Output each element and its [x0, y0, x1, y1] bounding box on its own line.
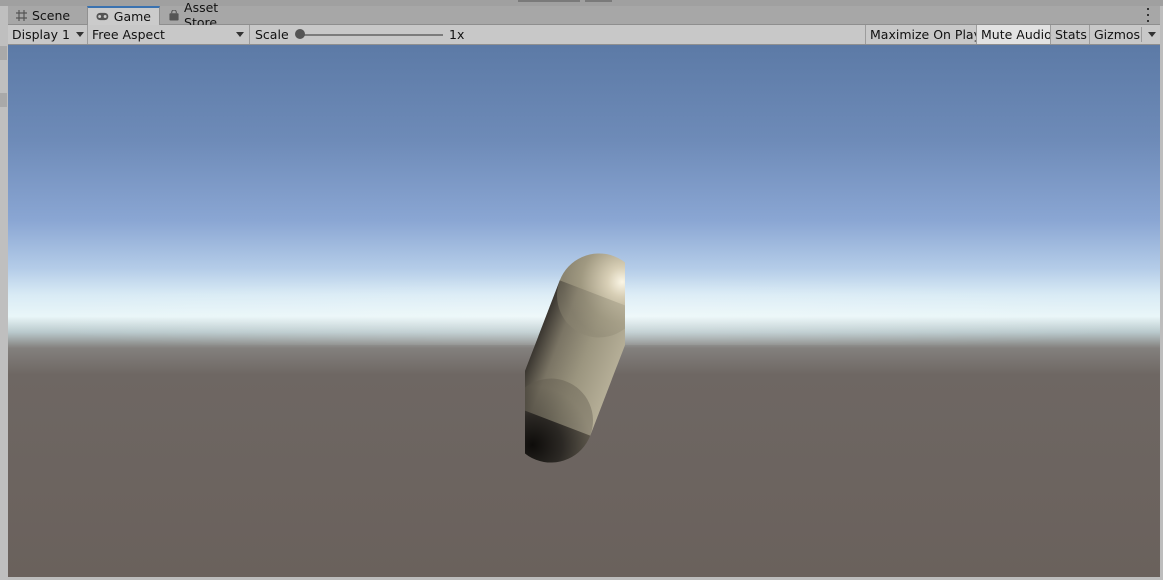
tab-label: Game: [113, 9, 151, 24]
tab-label: Scene: [32, 7, 71, 23]
gamepad-icon: [96, 12, 109, 21]
maximize-on-play-button[interactable]: Maximize On Play: [865, 25, 981, 44]
game-viewport[interactable]: [8, 45, 1160, 577]
tab-bar: Scene Game Asset Store: [8, 0, 1160, 30]
display-dropdown[interactable]: Display 1: [8, 25, 88, 44]
chevron-down-icon: [1148, 32, 1156, 37]
mute-audio-button[interactable]: Mute Audio: [976, 25, 1052, 44]
stats-button[interactable]: Stats: [1050, 25, 1089, 44]
capsule-object: [525, 253, 625, 463]
scale-label: Scale: [255, 27, 289, 42]
tab-scene[interactable]: Scene: [8, 6, 86, 24]
aspect-label: Free Aspect: [92, 27, 165, 42]
stats-label: Stats: [1055, 27, 1087, 42]
chevron-down-icon: [236, 32, 244, 37]
scale-slider-knob[interactable]: [295, 29, 305, 39]
scale-value: 1x: [449, 27, 465, 42]
grid-icon: [16, 9, 27, 21]
gizmos-dropdown[interactable]: Gizmos: [1089, 25, 1160, 44]
scale-slider-track[interactable]: [297, 34, 443, 36]
tab-game[interactable]: Game: [87, 6, 160, 25]
maximize-label: Maximize On Play: [870, 27, 981, 42]
more-options-icon[interactable]: [1146, 8, 1150, 22]
aspect-dropdown[interactable]: Free Aspect: [88, 25, 250, 44]
gizmos-label: Gizmos: [1094, 27, 1141, 42]
unity-game-window: Scene Game Asset Store Display 1 Free As…: [0, 0, 1163, 580]
game-view-toolbar: Display 1 Free Aspect Scale 1x Maximize …: [8, 25, 1160, 45]
scale-control: Scale 1x: [250, 25, 490, 44]
display-label: Display 1: [12, 27, 71, 42]
bag-icon: [169, 9, 179, 21]
mute-label: Mute Audio: [981, 27, 1052, 42]
chevron-down-icon: [76, 32, 84, 37]
tab-asset-store[interactable]: Asset Store: [161, 0, 257, 30]
